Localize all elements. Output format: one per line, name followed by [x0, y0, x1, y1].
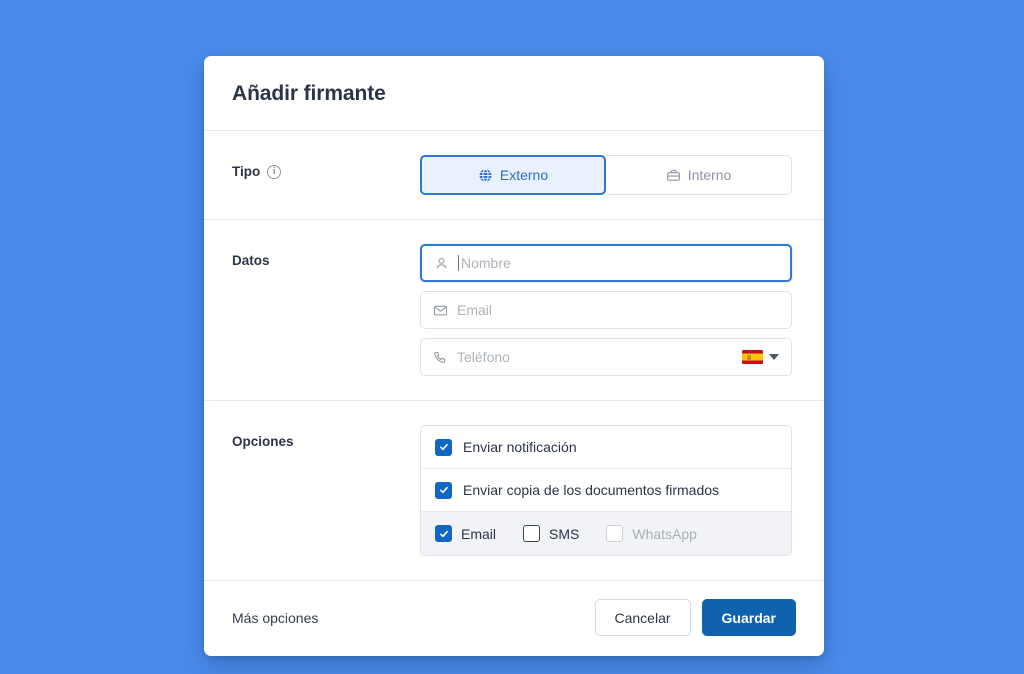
phone-field[interactable]: Teléfono — [420, 338, 792, 376]
options-section-label: Opciones — [232, 434, 294, 449]
name-field[interactable]: Nombre — [420, 244, 792, 282]
checkbox-whatsapp — [606, 525, 624, 542]
user-icon — [434, 256, 449, 271]
type-option-externo[interactable]: Externo — [420, 155, 606, 195]
dialog-header: Añadir firmante — [204, 56, 824, 131]
email-field[interactable]: Email — [420, 291, 792, 329]
globe-icon — [478, 168, 493, 183]
type-section-label: Tipo i — [232, 155, 420, 179]
chevron-down-icon — [769, 354, 779, 360]
type-section: Tipo i Externo Interno — [204, 131, 824, 220]
checkbox-sms[interactable] — [523, 525, 541, 542]
option-label-copy-documents: Enviar copia de los documentos firmados — [463, 482, 720, 498]
channel-email[interactable]: Email — [435, 525, 496, 542]
channel-whatsapp: WhatsApp — [606, 525, 697, 542]
option-label-notification: Enviar notificación — [463, 439, 577, 455]
type-section-body: Externo Interno — [420, 155, 796, 195]
dialog-footer: Más opciones Cancelar Guardar — [204, 581, 824, 656]
more-options-link[interactable]: Más opciones — [232, 610, 318, 626]
type-option-interno[interactable]: Interno — [606, 155, 792, 195]
data-section-label: Datos — [232, 253, 270, 268]
options-list: Enviar notificación Enviar copia de los … — [420, 425, 792, 556]
text-cursor — [458, 255, 459, 271]
country-code-select[interactable] — [742, 350, 779, 364]
envelope-icon — [433, 303, 448, 318]
spain-flag-icon — [742, 350, 763, 364]
footer-buttons: Cancelar Guardar — [594, 599, 796, 636]
channel-label-sms: SMS — [549, 525, 580, 542]
type-option-interno-label: Interno — [687, 167, 732, 183]
channel-label-email: Email — [461, 525, 497, 542]
channel-label-whatsapp: WhatsApp — [632, 525, 697, 542]
option-row-copy-documents[interactable]: Enviar copia de los documentos firmados — [421, 469, 791, 512]
type-option-externo-label: Externo — [499, 167, 549, 183]
option-row-channels: Email SMS WhatsApp — [421, 512, 791, 555]
email-field-placeholder: Email — [457, 302, 493, 318]
add-signer-dialog: Añadir firmante Tipo i Externo Interno D… — [204, 56, 824, 656]
phone-icon — [433, 350, 448, 365]
channel-sms[interactable]: SMS — [523, 525, 579, 542]
data-section: Datos Nombre Email Teléfono — [204, 220, 824, 401]
checkbox-email[interactable] — [435, 525, 452, 542]
phone-field-placeholder: Teléfono — [457, 349, 510, 365]
option-row-notification[interactable]: Enviar notificación — [421, 426, 791, 469]
options-section-body: Enviar notificación Enviar copia de los … — [420, 425, 796, 556]
info-circle-icon[interactable]: i — [267, 164, 282, 179]
dialog-title: Añadir firmante — [232, 82, 386, 105]
data-section-body: Nombre Email Teléfono — [420, 244, 796, 376]
checkbox-enviar-copia[interactable] — [435, 481, 452, 499]
signer-type-segmented-control: Externo Interno — [420, 155, 792, 195]
name-field-placeholder: Nombre — [461, 255, 511, 271]
save-button[interactable]: Guardar — [701, 599, 796, 636]
cancel-button[interactable]: Cancelar — [594, 599, 691, 636]
type-label-text: Tipo — [232, 164, 261, 179]
options-section: Opciones Enviar notificación Enviar copi… — [204, 401, 824, 581]
briefcase-icon — [666, 168, 681, 183]
checkbox-enviar-notificacion[interactable] — [435, 438, 452, 456]
